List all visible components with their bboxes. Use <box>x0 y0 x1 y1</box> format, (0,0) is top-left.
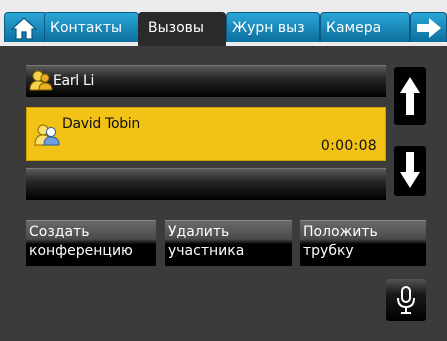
tab-next-button[interactable] <box>410 12 447 42</box>
tab-bar: Контакты Вызовы Журн выз Камера <box>0 0 447 46</box>
button-label-line1: Положить <box>303 224 378 240</box>
tab-call-log[interactable]: Журн выз <box>226 12 320 42</box>
arrow-down-icon <box>400 152 420 188</box>
call-name: Earl Li <box>53 73 95 89</box>
button-label-line2: трубку <box>303 243 354 259</box>
button-label-line1: Создать <box>29 224 90 240</box>
button-label-line2: конференцию <box>29 243 133 259</box>
remove-participant-button[interactable]: Удалить участника <box>165 220 292 266</box>
arrow-right-icon <box>417 18 441 38</box>
tab-calls-label: Вызовы <box>148 20 204 36</box>
hang-up-button[interactable]: Положить трубку <box>300 220 426 266</box>
arrow-up-icon <box>400 77 420 115</box>
call-row-held[interactable]: Earl Li <box>26 65 386 97</box>
button-label-line1: Удалить <box>168 224 230 240</box>
contact-icon <box>29 70 53 91</box>
call-row-empty[interactable] <box>26 168 386 200</box>
microphone-button[interactable] <box>386 279 426 321</box>
scroll-down-button[interactable] <box>394 146 426 196</box>
call-duration: 0:00:08 <box>320 138 377 154</box>
contact-icon <box>34 124 60 146</box>
button-label-line2: участника <box>168 243 245 259</box>
tab-camera-label: Камера <box>326 20 382 36</box>
tab-contacts[interactable]: Контакты <box>44 12 139 42</box>
call-row-active[interactable]: David Tobin 0:00:08 <box>26 107 386 161</box>
scroll-up-button[interactable] <box>394 67 426 125</box>
create-conference-button[interactable]: Создать конференцию <box>26 220 156 266</box>
tab-calls[interactable]: Вызовы <box>138 12 226 46</box>
home-icon <box>11 17 37 40</box>
tab-call-log-label: Журн выз <box>232 20 305 36</box>
tab-contacts-label: Контакты <box>50 20 123 36</box>
tab-camera[interactable]: Камера <box>320 12 410 42</box>
call-name: David Tobin <box>62 116 140 132</box>
tab-home[interactable] <box>4 12 48 42</box>
microphone-icon <box>397 286 415 314</box>
